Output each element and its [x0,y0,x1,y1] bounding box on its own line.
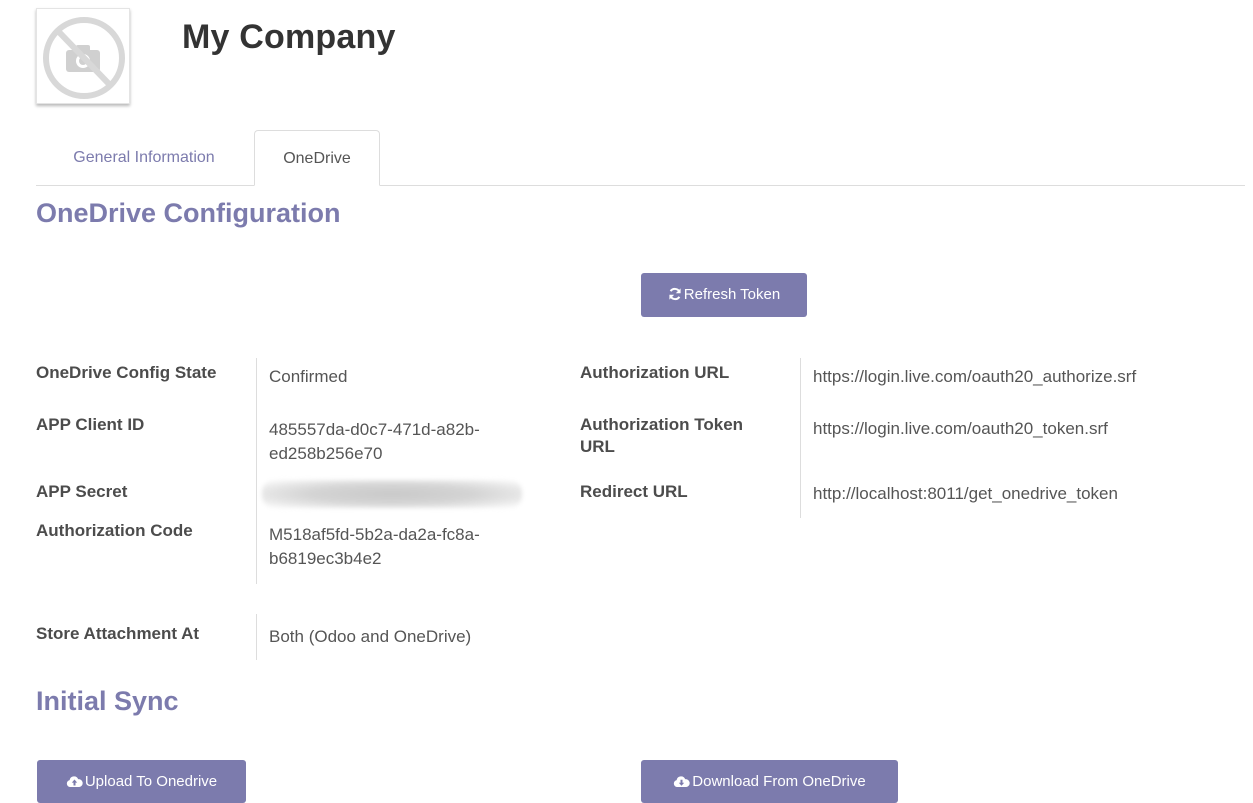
download-from-onedrive-label: Download From OneDrive [692,773,866,790]
field-value-store-attachment-at[interactable]: Both (Odoo and OneDrive) [269,625,471,649]
field-label-redirect-url: Redirect URL [580,482,688,501]
field-label-onedrive-config-state: OneDrive Config State [36,363,217,382]
field-label-authorization-url: Authorization URL [580,363,730,382]
field-value-redirect-url[interactable]: http://localhost:8011/get_onedrive_token [813,482,1118,506]
field-label-store-attachment-at: Store Attachment At [36,624,200,643]
field-label-authorization-token-url: Authorization Token URL [580,415,744,456]
camera-placeholder-icon [43,17,125,99]
field-label-app-secret: APP Secret [36,482,128,501]
tab-general-information[interactable]: General Information [44,130,244,186]
upload-to-onedrive-button[interactable]: Upload To Onedrive [37,760,246,803]
field-label-authorization-code: Authorization Code [36,521,193,540]
right-fields-separator [800,358,801,518]
field-value-authorization-code[interactable]: M518af5fd-5b2a-da2a-fc8a-b6819ec3b4e2 [269,523,519,571]
field-value-authorization-token-url[interactable]: https://login.live.com/oauth20_token.srf [813,417,1108,441]
field-value-onedrive-config-state[interactable]: Confirmed [269,365,347,389]
company-logo-placeholder[interactable] [36,8,130,104]
refresh-token-label: Refresh Token [683,286,781,303]
section-title-onedrive-configuration: OneDrive Configuration [36,198,341,228]
cloud-download-icon [674,776,690,787]
tab-onedrive[interactable]: OneDrive [254,130,380,186]
field-value-app-secret-redacted[interactable] [262,480,522,508]
upload-to-onedrive-label: Upload To Onedrive [84,773,218,790]
download-from-onedrive-button[interactable]: Download From OneDrive [641,760,898,803]
field-label-app-client-id: APP Client ID [36,415,145,434]
refresh-icon [669,287,681,301]
section-title-initial-sync: Initial Sync [36,686,179,716]
refresh-token-button[interactable]: Refresh Token [641,273,807,317]
cloud-upload-icon [66,776,83,787]
field-value-authorization-url[interactable]: https://login.live.com/oauth20_authorize… [813,365,1136,389]
field-value-app-client-id[interactable]: 485557da-d0c7-471d-a82b-ed258b256e70 [269,418,519,466]
company-name[interactable]: My Company [182,18,396,57]
left-fields-separator [256,358,257,584]
store-attachment-separator [256,614,257,660]
